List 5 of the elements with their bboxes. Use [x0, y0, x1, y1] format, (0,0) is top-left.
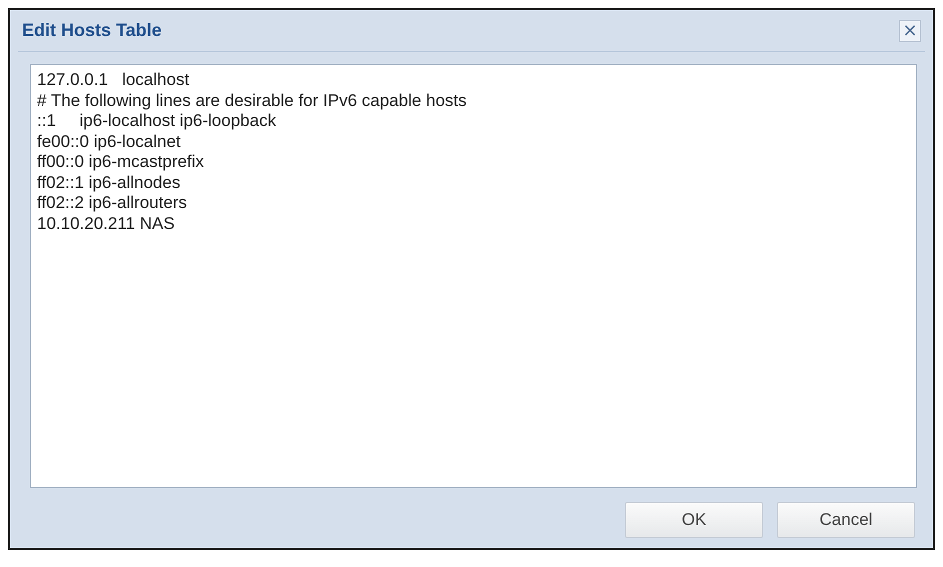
window-title: Edit Hosts Table: [22, 19, 162, 42]
close-button[interactable]: ×: [899, 20, 921, 42]
hosts-text-area[interactable]: 127.0.0.1 localhost # The following lines are desirable for IPv6 capable hosts ::1 ip6-localhost ip6-loopback fe00::0 ip6-localnet ff00::0 ip6-mcastprefix ff02::1 ip6-allnodes ff02::2 ip6-allrouters 10.10.20.211 NAS: [30, 64, 917, 488]
ok-button[interactable]: OK: [625, 502, 763, 538]
cancel-button[interactable]: Cancel: [777, 502, 915, 538]
